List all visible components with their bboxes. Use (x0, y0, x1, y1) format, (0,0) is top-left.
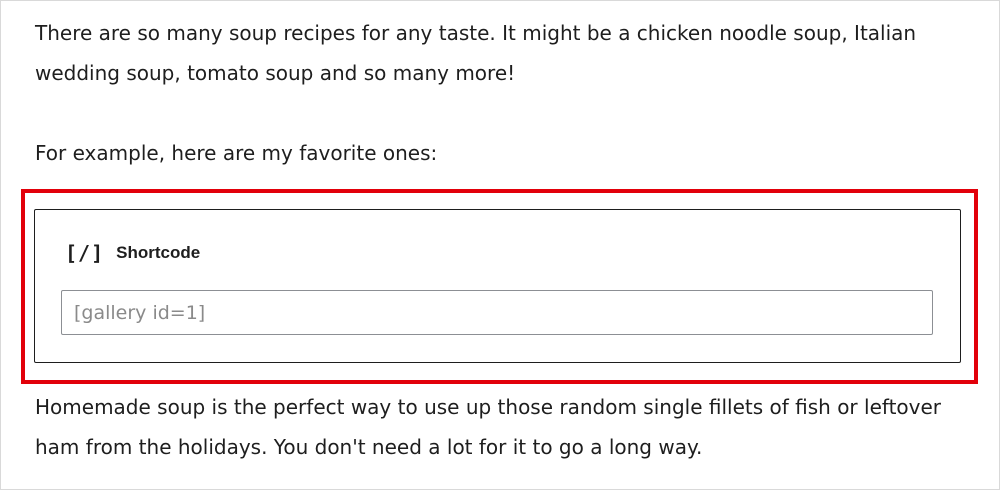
shortcode-block[interactable]: [/] Shortcode (34, 209, 961, 363)
shortcode-block-title: Shortcode (116, 243, 201, 262)
paragraph-example[interactable]: For example, here are my favorite ones: (35, 133, 437, 173)
paragraph-intro-line-1: There are so many soup recipes for any t… (35, 21, 917, 45)
paragraph-outro[interactable]: Homemade soup is the perfect way to use … (35, 387, 941, 467)
paragraph-intro-line-2: wedding soup, tomato soup and so many mo… (35, 61, 516, 85)
shortcode-icon: [/] (65, 241, 105, 265)
shortcode-input[interactable] (61, 290, 933, 335)
paragraph-outro-line-1: Homemade soup is the perfect way to use … (35, 395, 942, 419)
shortcode-block-label: [/] Shortcode (65, 238, 200, 268)
paragraph-outro-line-2: ham from the holidays. You don't need a … (35, 435, 703, 459)
paragraph-intro[interactable]: There are so many soup recipes for any t… (35, 13, 916, 93)
